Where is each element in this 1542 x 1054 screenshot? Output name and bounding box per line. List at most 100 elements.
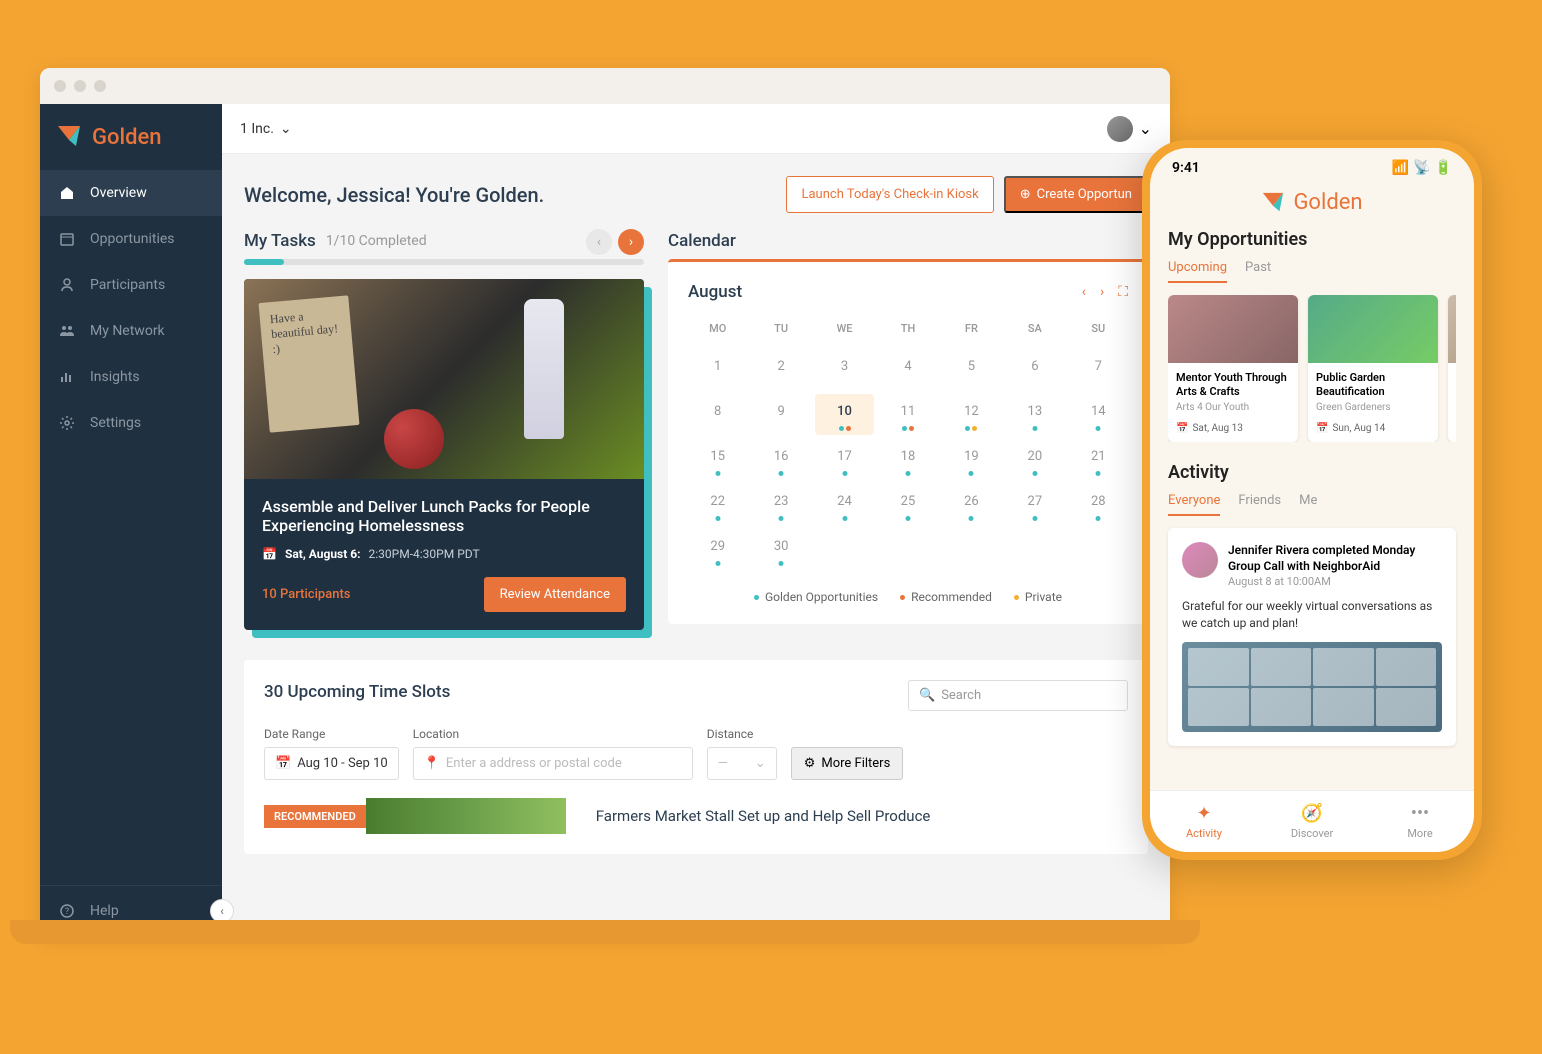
distance-input[interactable]: — ⌄ <box>707 747 777 780</box>
pnav-discover[interactable]: 🧭 Discover <box>1258 791 1366 852</box>
tasks-progress-text: 1/10 Completed <box>326 233 427 249</box>
calendar-day[interactable]: 23 <box>751 484 810 525</box>
search-input[interactable]: 🔍 Search <box>908 680 1128 711</box>
pnav-label: Discover <box>1291 827 1333 840</box>
phone-bottom-nav: ✦ Activity 🧭 Discover ••• More <box>1150 790 1474 852</box>
opportunity-card[interactable]: Mentor Youth Through Arts & Crafts Arts … <box>1168 295 1298 442</box>
calendar-card: August ‹ › ⛶ MOTUWETHFRSASU1234567891011… <box>668 259 1148 624</box>
calendar-day[interactable]: 25 <box>878 484 937 525</box>
more-filters-button[interactable]: ⚙ More Filters <box>791 747 904 780</box>
calendar-day[interactable]: 11 <box>878 394 937 435</box>
calendar-prev-button[interactable]: ‹ <box>1082 284 1086 300</box>
opportunity-carousel[interactable]: Mentor Youth Through Arts & Crafts Arts … <box>1168 295 1456 442</box>
welcome-heading: Welcome, Jessica! You're Golden. <box>244 183 544 207</box>
my-opportunities-heading: My Opportunities <box>1168 229 1456 250</box>
calendar-day[interactable]: 28 <box>1069 484 1128 525</box>
calendar-day[interactable]: 27 <box>1005 484 1064 525</box>
calendar-expand-button[interactable]: ⛶ <box>1118 284 1128 300</box>
nav-participants[interactable]: Participants <box>40 262 222 308</box>
calendar-day[interactable]: 5 <box>942 349 1001 390</box>
date-range-input[interactable]: 📅 Aug 10 - Sep 10 <box>264 747 399 780</box>
search-placeholder: Search <box>941 688 981 703</box>
calendar-day[interactable]: 16 <box>751 439 810 480</box>
location-placeholder: Enter a address or postal code <box>446 756 622 771</box>
calendar-day[interactable]: 20 <box>1005 439 1064 480</box>
window-dot <box>74 80 86 92</box>
location-input[interactable]: 📍 Enter a address or postal code <box>413 747 693 780</box>
calendar-day[interactable]: 7 <box>1069 349 1128 390</box>
tab-everyone[interactable]: Everyone <box>1168 493 1220 516</box>
calendar-day[interactable]: 17 <box>815 439 874 480</box>
calendar-day[interactable]: 1 <box>688 349 747 390</box>
upcoming-section: 30 Upcoming Time Slots 🔍 Search Date Ran… <box>244 660 1148 854</box>
tab-upcoming[interactable]: Upcoming <box>1168 260 1227 283</box>
status-bar: 9:41 📶 📡 🔋 <box>1150 148 1474 180</box>
activity-card[interactable]: Jennifer Rivera completed Monday Group C… <box>1168 528 1456 746</box>
pnav-activity[interactable]: ✦ Activity <box>1150 791 1258 852</box>
create-opportunity-button[interactable]: ⊕ Create Opportun <box>1004 176 1148 213</box>
task-date-bold: Sat, August 6: <box>285 547 361 561</box>
opportunity-date: 📅 Sat, Aug 13 <box>1176 423 1290 434</box>
opportunity-image <box>1308 295 1438 363</box>
calendar-day[interactable]: 29 <box>688 529 747 570</box>
nav-insights[interactable]: Insights <box>40 354 222 400</box>
user-menu[interactable]: ⌄ <box>1107 116 1152 142</box>
calendar-day[interactable]: 26 <box>942 484 1001 525</box>
calendar-month: August <box>688 282 742 302</box>
nav-overview[interactable]: Overview <box>40 170 222 216</box>
legend-recommended: Recommended <box>900 590 992 604</box>
tab-friends[interactable]: Friends <box>1238 493 1281 516</box>
tasks-prev-button[interactable]: ‹ <box>586 229 612 255</box>
calendar-day[interactable]: 10 <box>815 394 874 435</box>
svg-text:?: ? <box>65 907 69 917</box>
my-tasks-heading: My Tasks 1/10 Completed <box>244 231 644 251</box>
activity-body: Grateful for our weekly virtual conversa… <box>1182 598 1442 632</box>
tasks-next-button[interactable]: › <box>618 229 644 255</box>
org-name: 1 Inc. <box>240 121 274 137</box>
status-icons: 📶 📡 🔋 <box>1392 160 1452 176</box>
task-card[interactable]: Have a beautiful day! :) Assemble and De… <box>244 279 644 630</box>
phone-logo: Golden <box>1150 180 1474 229</box>
date-range-label: Date Range <box>264 727 399 741</box>
main-content: 1 Inc. ⌄ ⌄ Welcome, Jessica! You're Gold… <box>222 104 1170 936</box>
calendar-day[interactable]: 6 <box>1005 349 1064 390</box>
calendar-day[interactable]: 2 <box>751 349 810 390</box>
slot-row[interactable]: RECOMMENDED Farmers Market Stall Set up … <box>264 798 1128 834</box>
calendar-day[interactable]: 3 <box>815 349 874 390</box>
calendar-next-button[interactable]: › <box>1100 284 1104 300</box>
calendar-day[interactable]: 18 <box>878 439 937 480</box>
calendar-dow: MO <box>688 322 747 345</box>
calendar-icon: 📅 <box>275 756 291 771</box>
org-selector[interactable]: 1 Inc. ⌄ <box>240 121 292 137</box>
calendar-day[interactable]: 22 <box>688 484 747 525</box>
activity-tabs: Everyone Friends Me <box>1168 493 1456 516</box>
nav-network[interactable]: My Network <box>40 308 222 354</box>
calendar-day[interactable]: 19 <box>942 439 1001 480</box>
review-attendance-button[interactable]: Review Attendance <box>484 577 626 612</box>
calendar-day[interactable]: 9 <box>751 394 810 435</box>
tab-past[interactable]: Past <box>1245 260 1271 283</box>
calendar-legend: Golden Opportunities Recommended Private <box>688 590 1128 604</box>
calendar-day[interactable]: 15 <box>688 439 747 480</box>
help-icon: ? <box>58 902 76 920</box>
calendar-dow: FR <box>942 322 1001 345</box>
calendar-day[interactable]: 30 <box>751 529 810 570</box>
calendar-day[interactable]: 13 <box>1005 394 1064 435</box>
calendar-day[interactable]: 8 <box>688 394 747 435</box>
launch-kiosk-button[interactable]: Launch Today's Check-in Kiosk <box>786 176 993 213</box>
activity-avatar <box>1182 542 1218 578</box>
more-icon: ••• <box>1411 803 1429 824</box>
nav-opportunities[interactable]: Opportunities <box>40 216 222 262</box>
calendar-day[interactable]: 12 <box>942 394 1001 435</box>
opportunity-card[interactable]: Assem Deliver Commu 📅 Sa <box>1448 295 1456 442</box>
calendar-day[interactable]: 14 <box>1069 394 1128 435</box>
nav-settings[interactable]: Settings <box>40 400 222 446</box>
tab-me[interactable]: Me <box>1299 493 1317 516</box>
pnav-more[interactable]: ••• More <box>1366 791 1474 852</box>
calendar-day[interactable]: 4 <box>878 349 937 390</box>
calendar-day[interactable]: 21 <box>1069 439 1128 480</box>
calendar-day[interactable]: 24 <box>815 484 874 525</box>
logo-icon <box>1261 191 1285 215</box>
opportunity-card[interactable]: Public Garden Beautification Green Garde… <box>1308 295 1438 442</box>
wifi-icon: 📡 <box>1413 160 1430 176</box>
